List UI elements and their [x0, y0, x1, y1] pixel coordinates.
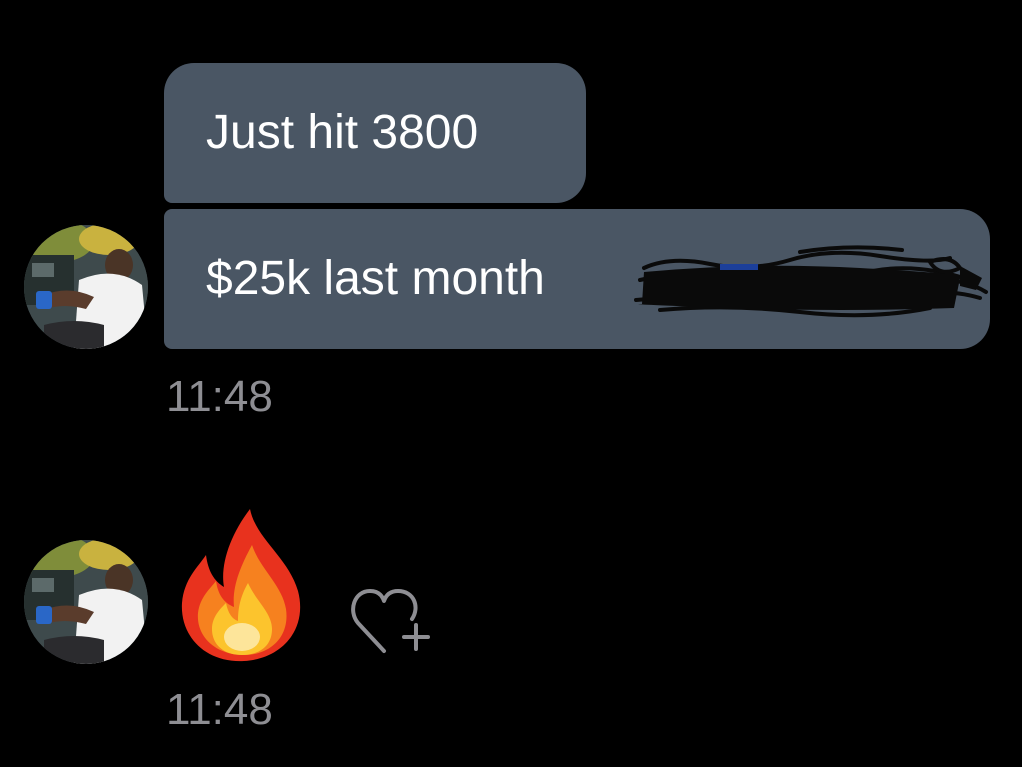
sender-avatar[interactable] [24, 225, 148, 349]
fire-emoji[interactable] [178, 505, 308, 663]
message-text: Just hit 3800 [206, 106, 479, 159]
redaction-scribble [634, 245, 988, 318]
avatar-photo [24, 225, 148, 349]
message-timestamp: 11:48 [166, 372, 273, 421]
message-text: $25k last month [206, 252, 545, 305]
avatar-photo [24, 540, 148, 664]
message-thread: Just hit 3800 $25k last month 11:48 11:4… [0, 0, 1022, 767]
reaction-timestamp: 11:48 [166, 685, 273, 734]
message-bubble[interactable]: Just hit 3800 [164, 63, 586, 203]
add-reaction-heart-plus-icon[interactable] [350, 585, 438, 657]
sender-avatar[interactable] [24, 540, 148, 664]
